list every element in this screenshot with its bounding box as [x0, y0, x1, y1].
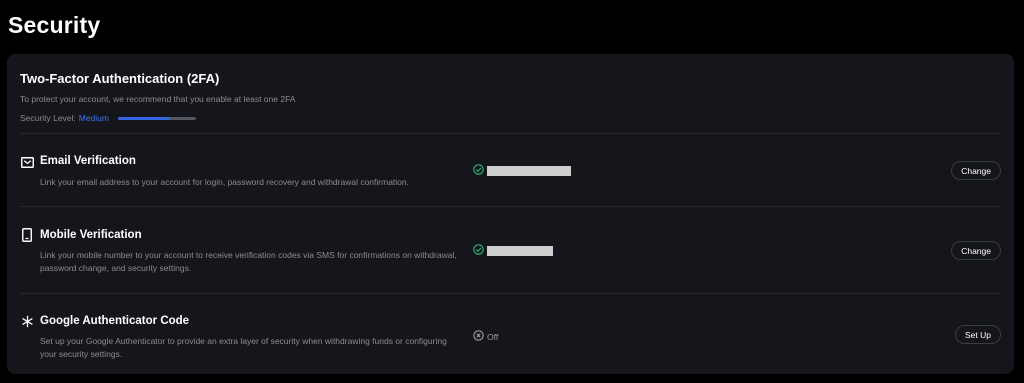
mobile-change-button[interactable]: Change: [951, 241, 1001, 260]
envelope-icon: [20, 155, 34, 169]
security-level-label: Security Level:: [20, 113, 76, 123]
asterisk-icon: [20, 314, 34, 328]
google-authenticator-title: Google Authenticator Code: [40, 315, 190, 327]
two-factor-card: Two-Factor Authentication (2FA) To prote…: [7, 54, 1014, 374]
tfa-subtitle: To protect your account, we recommend th…: [20, 94, 296, 104]
tfa-title: Two-Factor Authentication (2FA): [20, 71, 220, 86]
divider: [20, 133, 1001, 134]
check-circle-icon: [473, 244, 484, 257]
email-verification-section: Email Verification Link your email addre…: [20, 150, 1001, 198]
mobile-verification-title: Mobile Verification: [40, 229, 142, 241]
email-status: [473, 164, 571, 177]
google-authenticator-status-text: Off: [487, 331, 499, 342]
mobile-verification-section: Mobile Verification Link your mobile num…: [20, 224, 1001, 284]
email-value-redacted: [487, 165, 571, 176]
google-authenticator-setup-button[interactable]: Set Up: [955, 325, 1001, 344]
google-authenticator-section: Google Authenticator Code Set up your Go…: [20, 310, 1001, 370]
security-level-value: Medium: [78, 113, 109, 123]
email-change-button[interactable]: Change: [951, 161, 1001, 180]
google-authenticator-status: Off: [473, 330, 498, 343]
page-title: Security: [8, 12, 101, 38]
divider: [20, 293, 1001, 294]
divider: [20, 206, 1001, 207]
check-circle-icon: [473, 164, 484, 177]
security-level-bar: [117, 116, 196, 120]
mobile-phone-icon: [20, 228, 34, 242]
email-verification-description: Link your email address to your account …: [40, 177, 409, 187]
x-circle-icon: [473, 330, 484, 343]
mobile-verification-description: Link your mobile number to your account …: [40, 250, 457, 273]
security-level-fill: [117, 116, 171, 120]
mobile-value-redacted: [487, 245, 553, 256]
email-verification-title: Email Verification: [40, 155, 136, 167]
mobile-status: [473, 244, 553, 257]
security-level: Security Level: Medium: [20, 113, 196, 123]
google-authenticator-description: Set up your Google Authenticator to prov…: [40, 336, 447, 359]
